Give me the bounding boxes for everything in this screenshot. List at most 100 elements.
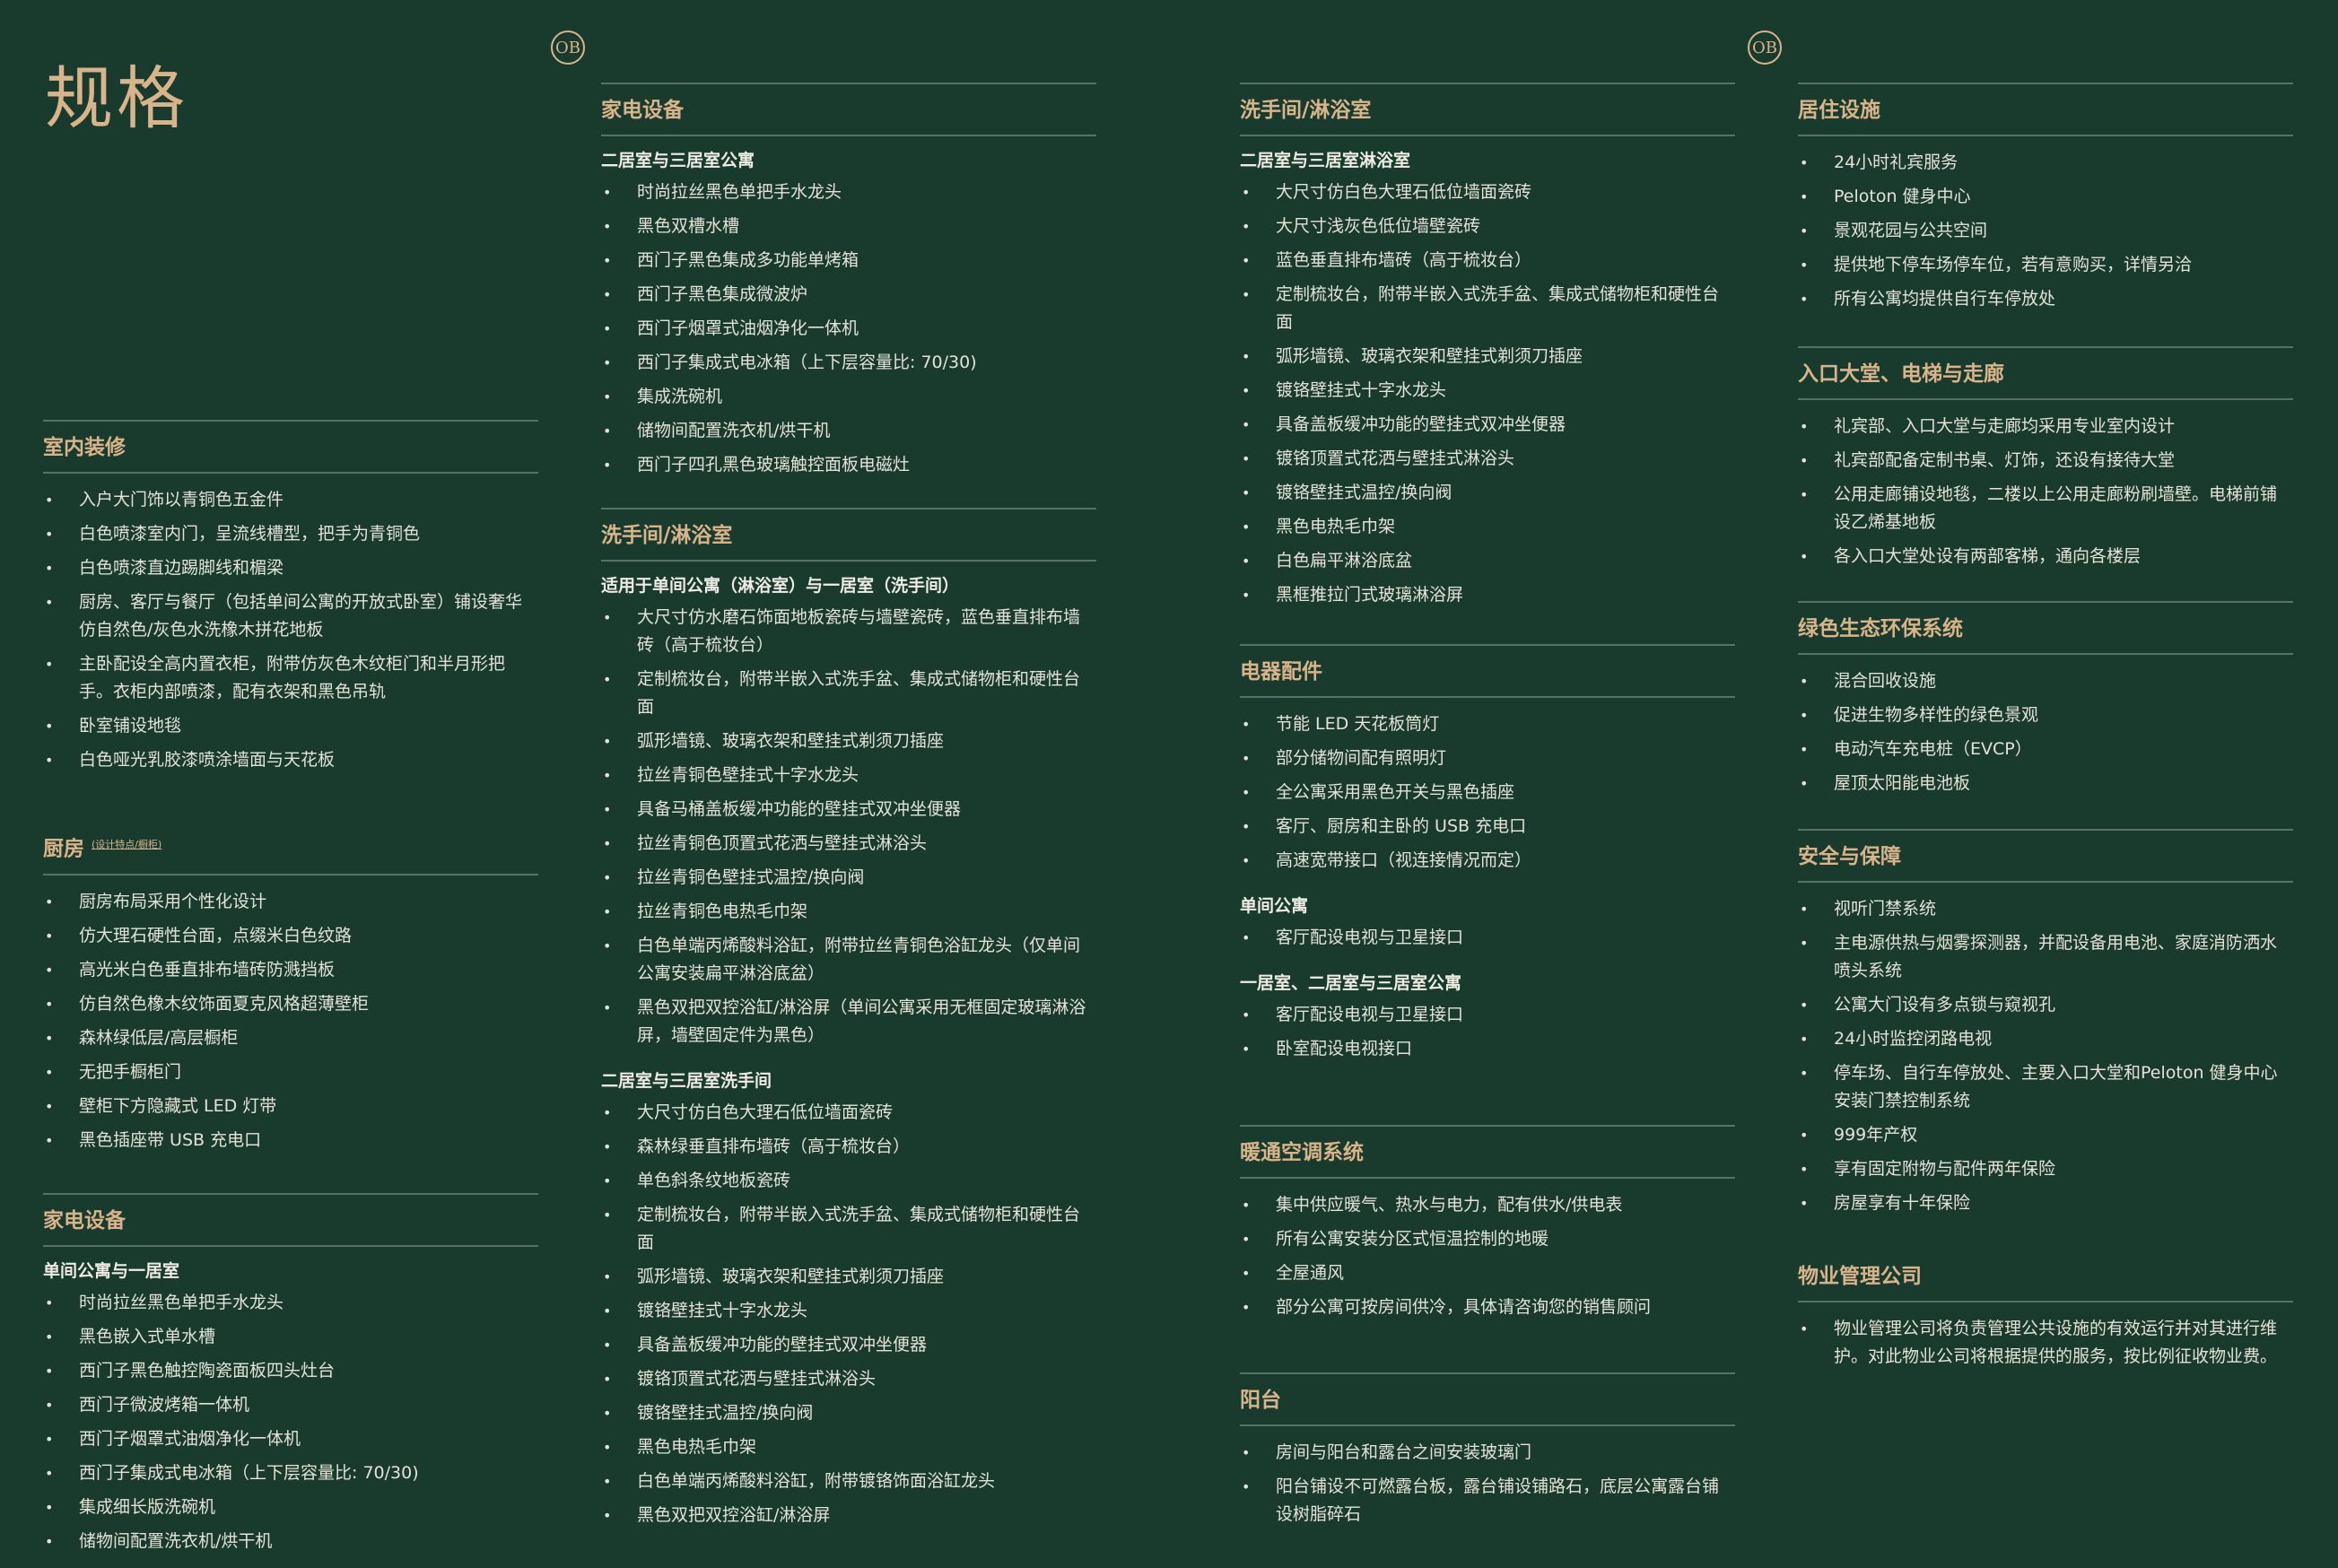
list-item: 白色单端丙烯酸料浴缸，附带拉丝青铜色浴缸龙头（仅单间公寓安装扁平淋浴底盆）: [601, 932, 1096, 988]
list-item: 入户大门饰以青铜色五金件: [43, 486, 538, 514]
list-item: 白色喷漆室内门，呈流线槽型，把手为青铜色: [43, 520, 538, 548]
list-item: 公用走廊铺设地毯，二楼以上公用走廊粉刷墙壁。电梯前铺设乙烯基地板: [1798, 481, 2293, 536]
bullet-list: 客厅配设电视与卫星接口卧室配设电视接口: [1240, 1001, 1735, 1063]
list-item: 黑色双把双控浴缸/淋浴屏（单间公寓采用无框固定玻璃淋浴屏，墙壁固定件为黑色）: [601, 994, 1096, 1050]
list-item: 999年产权: [1798, 1121, 2293, 1149]
list-item: 定制梳妆台，附带半嵌入式洗手盆、集成式储物柜和硬性台面: [601, 1201, 1096, 1257]
bullet-list: 物业管理公司将负责管理公共设施的有效运行并对其进行维护。对此物业公司将根据提供的…: [1798, 1315, 2293, 1371]
section-lobby: 入口大堂、电梯与走廊 礼宾部、入口大堂与走廊均采用专业室内设计礼宾部配备定制书桌…: [1798, 346, 2293, 571]
list-item: 主卧配设全高内置衣柜，附带仿灰色木纹柜门和半月形把手。衣柜内部喷漆，配有衣架和黑…: [43, 650, 538, 706]
bullet-list: 节能 LED 天花板筒灯部分储物间配有照明灯全公寓采用黑色开关与黑色插座客厅、厨…: [1240, 710, 1735, 875]
list-item: 提供地下停车场停车位，若有意购买，详情另洽: [1798, 251, 2293, 279]
bullet-list: 客厅配设电视与卫星接口: [1240, 924, 1735, 952]
section-title: 暖通空调系统: [1240, 1127, 1735, 1179]
subheading: 二居室与三居室洗手间: [601, 1071, 772, 1091]
section-title: 电器配件: [1240, 646, 1735, 698]
list-item: 客厅配设电视与卫星接口: [1240, 924, 1735, 952]
list-item: 全公寓采用黑色开关与黑色插座: [1240, 779, 1735, 806]
list-item: 阳台铺设不可燃露台板，露台铺设铺路石，底层公寓露台铺设树脂碎石: [1240, 1473, 1735, 1529]
list-item: 大尺寸仿白色大理石低位墙面瓷砖: [1240, 179, 1735, 206]
list-item: 视听门禁系统: [1798, 895, 2293, 923]
list-item: 蓝色垂直排布墙砖（高于梳妆台）: [1240, 247, 1735, 274]
list-item: 储物间配置洗衣机/烘干机: [43, 1528, 538, 1555]
list-item: 弧形墙镜、玻璃衣架和壁挂式剃须刀插座: [601, 1263, 1096, 1291]
section-title: 家电设备: [601, 84, 1096, 136]
bullet-list: 大尺寸仿白色大理石低位墙面瓷砖森林绿垂直排布墙砖（高于梳妆台） 单色斜条纹地板瓷砖…: [601, 1099, 1096, 1529]
list-item: 享有固定附物与配件两年保险: [1798, 1155, 2293, 1183]
column-4: 居住设施 24小时礼宾服务 Peloton 健身中心景观花园与公共空间提供地下停车…: [1798, 0, 2293, 1568]
bullet-list: 大尺寸仿水磨石饰面地板瓷砖与墙壁瓷砖，蓝色垂直排布墙砖（高于梳妆台） 定制梳妆台，…: [601, 604, 1096, 1050]
list-item: 混合回收设施: [1798, 667, 2293, 695]
list-item: 镀铬壁挂式温控/换向阀: [601, 1399, 1096, 1427]
section-green: 绿色生态环保系统 混合回收设施促进生物多样性的绿色景观电动汽车充电桩（EVCP）…: [1798, 601, 2293, 797]
section-title: 入口大堂、电梯与走廊: [1798, 348, 2293, 400]
list-item: 景观花园与公共空间: [1798, 217, 2293, 245]
list-item: 具备马桶盖板缓冲功能的壁挂式双冲坐便器: [601, 796, 1096, 823]
list-item: 镀铬壁挂式十字水龙头: [601, 1297, 1096, 1325]
list-item: 西门子黑色集成微波炉: [601, 281, 1096, 309]
list-item: 部分储物间配有照明灯: [1240, 745, 1735, 772]
list-item: 屋顶太阳能电池板: [1798, 770, 2293, 797]
list-item: 所有公寓安装分区式恒温控制的地暖: [1240, 1225, 1735, 1253]
list-item: 无把手橱柜门: [43, 1058, 538, 1086]
list-item: 拉丝青铜色电热毛巾架: [601, 898, 1096, 926]
bullet-list: 入户大门饰以青铜色五金件白色喷漆室内门，呈流线槽型，把手为青铜色白色喷漆直边踢脚…: [43, 486, 538, 774]
list-item: 具备盖板缓冲功能的壁挂式双冲坐便器: [1240, 411, 1735, 439]
section-note: (设计特点/橱柜): [92, 839, 162, 850]
bullet-list: 厨房布局采用个性化设计仿大理石硬性台面，点缀米白色纹路高光米白色垂直排布墙砖防溅…: [43, 888, 538, 1154]
list-item: 壁柜下方隐藏式 LED 灯带: [43, 1093, 538, 1120]
logo-icon: OB: [551, 30, 585, 65]
list-item: 礼宾部、入口大堂与走廊均采用专业室内设计: [1798, 413, 2293, 440]
list-item: 黑色电热毛巾架: [601, 1433, 1096, 1461]
list-item: 客厅、厨房和主卧的 USB 充电口: [1240, 813, 1735, 841]
section-appliances-small: 家电设备 单间公寓与一居室 时尚拉丝黑色单把手水龙头黑色嵌入式单水槽西门子黑色触…: [43, 1193, 538, 1555]
list-item: 卧室配设电视接口: [1240, 1035, 1735, 1063]
list-item: 客厅配设电视与卫星接口: [1240, 1001, 1735, 1029]
list-item: 镀铬壁挂式十字水龙头: [1240, 377, 1735, 405]
list-item: 卧室铺设地毯: [43, 712, 538, 740]
list-item: 仿自然色橡木纹饰面夏克风格超薄壁柜: [43, 990, 538, 1018]
section-shower-room: 洗手间/淋浴室 二居室与三居室淋浴室 大尺寸仿白色大理石低位墙面瓷砖大尺寸浅灰色…: [1240, 83, 1735, 609]
section-title-text: 厨房: [43, 837, 84, 861]
list-item: 西门子四孔黑色玻璃触控面板电磁灶: [601, 451, 1096, 479]
bullet-list: 时尚拉丝黑色单把手水龙头黑色双槽水槽西门子黑色集成多功能单烤箱西门子黑色集成微波…: [601, 179, 1096, 479]
section-title: 厨房 (设计特点/橱柜): [43, 819, 538, 875]
list-item: 白色喷漆直边踢脚线和楣梁: [43, 554, 538, 582]
list-item: 高速宽带接口（视连接情况而定）: [1240, 847, 1735, 875]
column-2: 家电设备 二居室与三居室公寓 时尚拉丝黑色单把手水龙头黑色双槽水槽西门子黑色集成…: [601, 0, 1096, 1568]
list-item: 定制梳妆台，附带半嵌入式洗手盆、集成式储物柜和硬性台面: [1240, 281, 1735, 336]
list-item: 西门子黑色触控陶瓷面板四头灶台: [43, 1357, 538, 1385]
list-item: 所有公寓均提供自行车停放处: [1798, 285, 2293, 313]
section-electrical: 电器配件 节能 LED 天花板筒灯部分储物间配有照明灯全公寓采用黑色开关与黑色插…: [1240, 644, 1735, 1063]
list-item: 西门子集成式电冰箱（上下层容量比: 70/30): [601, 349, 1096, 377]
list-item: 大尺寸仿白色大理石低位墙面瓷砖: [601, 1099, 1096, 1127]
list-item: 定制梳妆台，附带半嵌入式洗手盆、集成式储物柜和硬性台面: [601, 666, 1096, 721]
column-3: 洗手间/淋浴室 二居室与三居室淋浴室 大尺寸仿白色大理石低位墙面瓷砖大尺寸浅灰色…: [1240, 0, 1735, 1568]
section-title: 洗手间/淋浴室: [1240, 84, 1735, 136]
section-bathroom-small: 洗手间/淋浴室 适用于单间公寓（淋浴室）与一居室（洗手间） 大尺寸仿水磨石饰面地…: [601, 508, 1096, 1529]
list-item: 森林绿低层/高层橱柜: [43, 1024, 538, 1052]
section-title: 洗手间/淋浴室: [601, 510, 1096, 562]
list-item: 黑色电热毛巾架: [1240, 513, 1735, 541]
list-item: 拉丝青铜色壁挂式温控/换向阀: [601, 864, 1096, 892]
list-item: 弧形墙镜、玻璃衣架和壁挂式剃须刀插座: [1240, 343, 1735, 370]
bullet-list: 礼宾部、入口大堂与走廊均采用专业室内设计礼宾部配备定制书桌、灯饰，还设有接待大堂…: [1798, 413, 2293, 571]
list-item: 物业管理公司将负责管理公共设施的有效运行并对其进行维护。对此物业公司将根据提供的…: [1798, 1315, 2293, 1371]
list-item: 黑色嵌入式单水槽: [43, 1323, 538, 1351]
section-title: 家电设备: [43, 1195, 538, 1247]
list-item: 集成细长版洗碗机: [43, 1494, 538, 1521]
list-item: 黑色双把双控浴缸/淋浴屏: [601, 1502, 1096, 1529]
section-title: 安全与保障: [1798, 831, 2293, 883]
list-item: 促进生物多样性的绿色景观: [1798, 701, 2293, 729]
section-security: 安全与保障 视听门禁系统主电源供热与烟雾探测器，并配设备用电池、家庭消防洒水喷头…: [1798, 829, 2293, 1217]
list-item: 储物间配置洗衣机/烘干机: [601, 417, 1096, 445]
list-item: 白色哑光乳胶漆喷涂墙面与天花板: [43, 746, 538, 774]
list-item: 具备盖板缓冲功能的壁挂式双冲坐便器: [601, 1331, 1096, 1359]
bullet-list: 房间与阳台和露台之间安装玻璃门阳台铺设不可燃露台板，露台铺设铺路石，底层公寓露台…: [1240, 1439, 1735, 1529]
bullet-list: 集中供应暖气、热水与电力，配有供水/供电表所有公寓安装分区式恒温控制的地暖全屋通…: [1240, 1191, 1735, 1321]
list-item: 公寓大门设有多点锁与窥视孔: [1798, 991, 2293, 1019]
list-item: 西门子集成式电冰箱（上下层容量比: 70/30): [43, 1459, 538, 1487]
section-title: 绿色生态环保系统: [1798, 603, 2293, 655]
list-item: 各入口大堂处设有两部客梯，通向各楼层: [1798, 543, 2293, 571]
list-item: 厨房、客厅与餐厅（包括单间公寓的开放式卧室）铺设奢华仿自然色/灰色水洗橡木拼花地…: [43, 588, 538, 644]
